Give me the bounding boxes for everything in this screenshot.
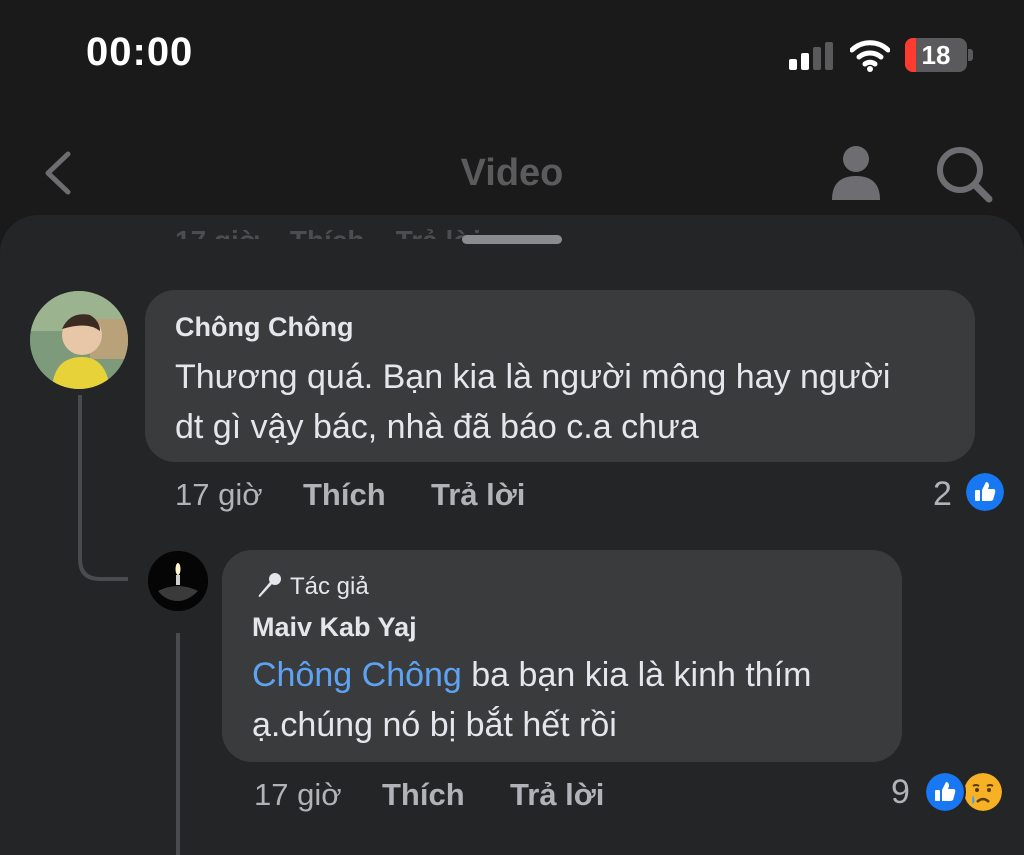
- search-icon[interactable]: [934, 144, 994, 204]
- thread-line: [176, 633, 180, 855]
- like-icon[interactable]: [964, 471, 1006, 513]
- sad-cry-icon[interactable]: [962, 771, 1004, 813]
- comment-bubble[interactable]: Chông Chông Thương quá. Bạn kia là người…: [145, 290, 975, 462]
- avatar[interactable]: [30, 291, 128, 389]
- thread-line: [78, 395, 82, 555]
- battery-level: 18: [921, 40, 951, 70]
- like-button[interactable]: Thích: [382, 777, 465, 813]
- nav-bar: Video: [0, 110, 1024, 220]
- status-time: 00:00: [86, 30, 194, 74]
- comment-time: 17 giờ: [175, 477, 263, 512]
- avatar[interactable]: [148, 551, 208, 611]
- comment-time: 17 giờ: [254, 777, 342, 812]
- child-photo-icon: [30, 291, 128, 389]
- battery-tip: [968, 49, 973, 61]
- mention-link[interactable]: Chông Chông: [252, 656, 462, 694]
- previous-comment-actions: 17 giờ Thích Trả lời: [175, 225, 481, 256]
- like-button[interactable]: Thích: [303, 477, 386, 513]
- reply-button[interactable]: Trả lời: [431, 477, 525, 513]
- candle-hand-icon: [148, 551, 208, 611]
- reply-bubble[interactable]: Tác giả Maiv Kab Yaj Chông Chông ba bạn …: [222, 550, 902, 762]
- reaction-count[interactable]: 9: [891, 773, 910, 812]
- comments-sheet[interactable]: 17 giờ Thích Trả lời Chông Chông Thương …: [0, 215, 1024, 855]
- comment-text: Chông Chông ba bạn kia là kinh thím ạ.ch…: [252, 656, 812, 744]
- drag-handle[interactable]: [462, 235, 562, 244]
- author-badge: Tác giả: [254, 570, 369, 601]
- person-icon[interactable]: [830, 144, 882, 202]
- comment-text: Thương quá. Bạn kia là người mông hay ng…: [175, 358, 891, 446]
- wifi-icon: [850, 40, 890, 72]
- status-bar: 00:00 18: [0, 0, 1024, 110]
- reaction-count[interactable]: 2: [933, 475, 952, 514]
- like-icon[interactable]: [924, 771, 966, 813]
- battery-icon: 18: [905, 38, 967, 72]
- comment-author[interactable]: Maiv Kab Yaj: [252, 612, 417, 643]
- thread-connector: [78, 545, 128, 581]
- cellular-signal-icon: [789, 42, 833, 70]
- reply-button[interactable]: Trả lời: [510, 777, 604, 813]
- comment-author[interactable]: Chông Chông: [175, 312, 353, 343]
- microphone-icon: [258, 573, 281, 597]
